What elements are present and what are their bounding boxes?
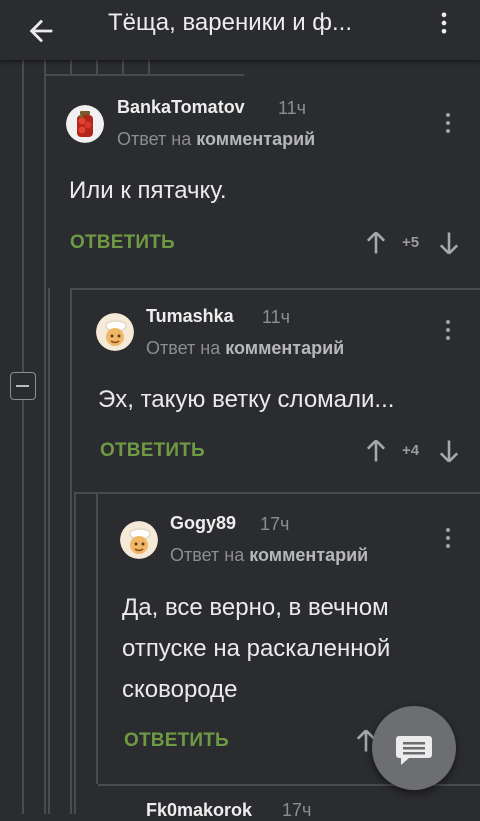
comment-author[interactable]: Tumashka	[146, 306, 234, 327]
comment-author[interactable]: Gogy89	[170, 513, 236, 534]
arrow-up-icon[interactable]	[362, 436, 390, 466]
thread-line	[70, 288, 480, 290]
reply-button[interactable]: ОТВЕТИТЬ	[70, 232, 175, 254]
comment-time: 11ч	[262, 307, 291, 327]
page-title: Тёща, вареники и ф...	[108, 9, 353, 36]
thread-line	[74, 492, 76, 814]
comment-text-line: сковороде	[122, 676, 238, 703]
chef-avatar-icon	[96, 313, 134, 351]
top-app-bar: Тёща, вареники и ф...	[0, 0, 480, 60]
thread-line	[70, 60, 72, 74]
comment-text-line: отпуске на раскаленной	[122, 635, 391, 662]
comment-time: 17ч	[282, 800, 312, 820]
comment-icon	[396, 736, 432, 765]
comment-author[interactable]: BankaTomatov	[117, 97, 245, 118]
comment-score: +5	[402, 234, 420, 251]
arrow-down-icon[interactable]	[435, 436, 463, 466]
avatar[interactable]	[120, 521, 158, 559]
comment-author[interactable]: Fk0makorok	[146, 800, 252, 821]
thread-line	[48, 288, 50, 814]
reply-to-prefix: Ответ на	[117, 129, 192, 149]
arrow-up-icon[interactable]	[362, 228, 390, 258]
chef-avatar-icon	[120, 521, 158, 559]
reply-button[interactable]: ОТВЕТИТЬ	[100, 440, 205, 462]
comment-menu-icon[interactable]	[438, 109, 458, 139]
comment-menu-icon[interactable]	[438, 316, 458, 346]
tomato-jar-avatar-icon	[66, 105, 104, 143]
comment-score: +4	[402, 442, 420, 459]
reply-to-link[interactable]: комментарий	[225, 338, 344, 358]
reply-to-line: Ответ на комментарий	[170, 545, 368, 566]
more-vertical-icon[interactable]	[430, 6, 458, 40]
thread-line	[70, 288, 72, 814]
reply-to-line: Ответ на комментарий	[117, 129, 315, 150]
reply-to-line: Ответ на комментарий	[146, 338, 344, 359]
comment-menu-icon[interactable]	[438, 524, 458, 554]
reply-to-prefix: Ответ на	[146, 338, 221, 358]
thread-line	[22, 60, 24, 814]
reply-to-link[interactable]: комментарий	[249, 545, 368, 565]
comment-time: 17ч	[260, 514, 290, 534]
avatar[interactable]	[66, 105, 104, 143]
thread-line	[96, 60, 98, 74]
add-comment-button[interactable]	[372, 706, 456, 790]
reply-to-link[interactable]: комментарий	[196, 129, 315, 149]
comment-text: Или к пятачку.	[69, 177, 227, 204]
arrow-down-icon[interactable]	[435, 228, 463, 258]
comment-time: 11ч	[278, 98, 307, 118]
thread-line	[44, 74, 244, 76]
thread-line	[74, 492, 480, 494]
thread-line	[122, 60, 124, 74]
thread-line	[44, 60, 46, 814]
reply-to-prefix: Ответ на	[170, 545, 245, 565]
back-arrow-icon[interactable]	[24, 14, 58, 48]
comment-text: Эх, такую ветку сломали...	[98, 386, 395, 413]
reply-button[interactable]: ОТВЕТИТЬ	[124, 730, 229, 752]
thread-line	[96, 492, 98, 784]
collapse-thread-button[interactable]	[10, 372, 36, 400]
avatar[interactable]	[96, 313, 134, 351]
comment-text-line: Да, все верно, в вечном	[122, 594, 389, 621]
thread-line	[148, 60, 150, 74]
